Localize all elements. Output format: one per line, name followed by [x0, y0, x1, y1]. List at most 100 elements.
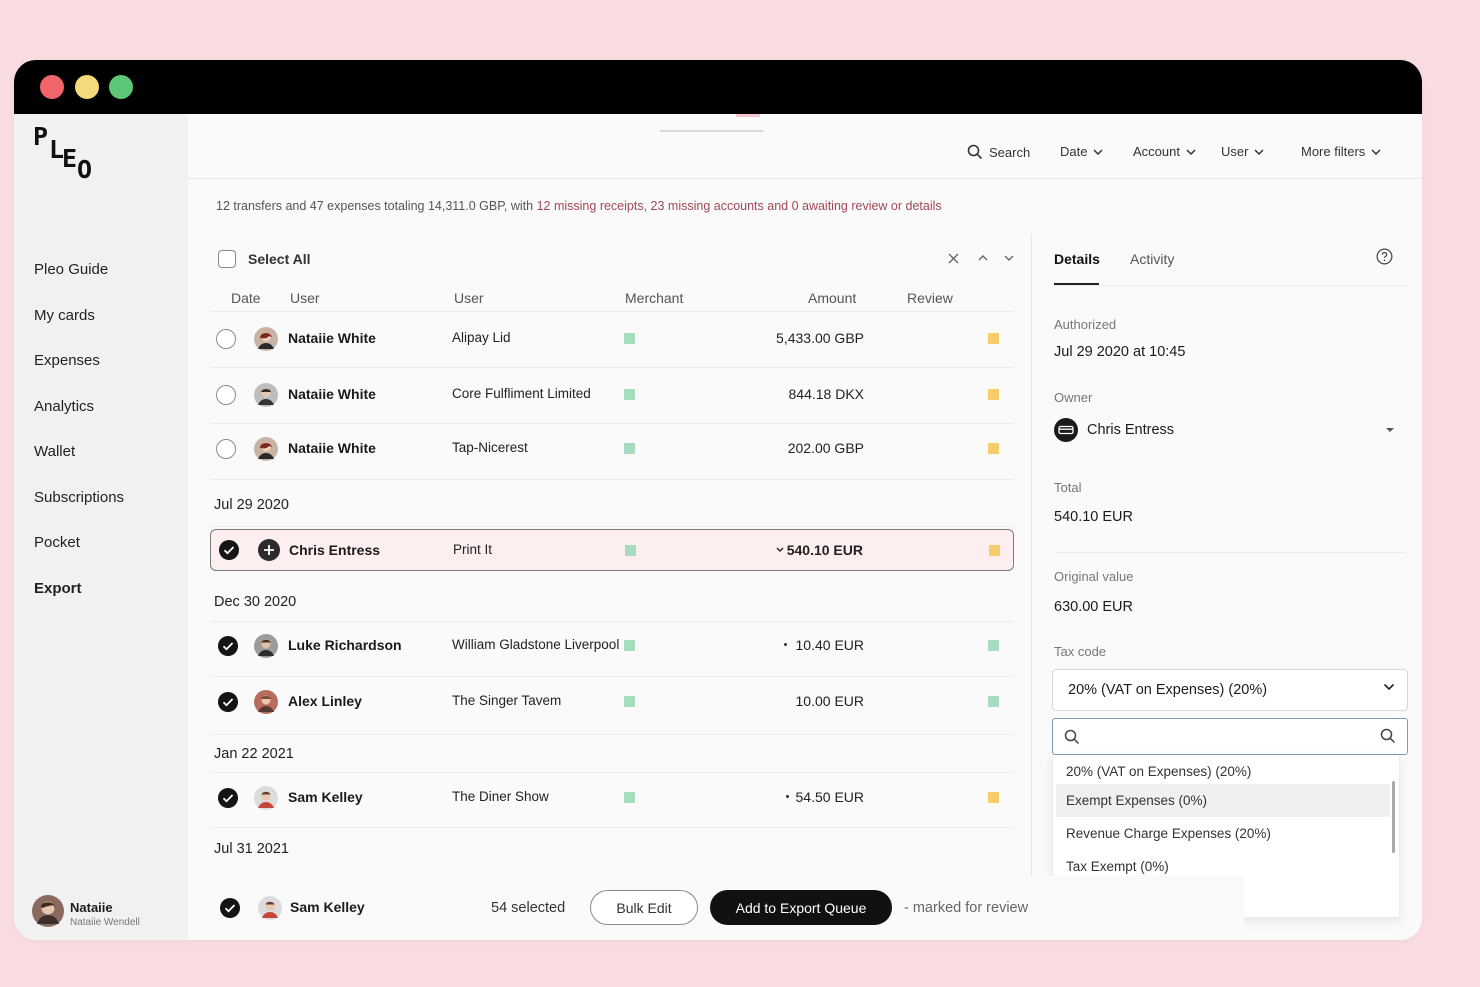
- row-select-radio[interactable]: [216, 439, 236, 459]
- owner-label: Owner: [1054, 390, 1093, 405]
- chevron-down-icon: [1254, 148, 1264, 155]
- header-divider: [188, 178, 1422, 179]
- user-avatar: [258, 896, 282, 920]
- user-avatar: [254, 786, 278, 810]
- chevron-down-icon[interactable]: [1004, 255, 1014, 261]
- select-all[interactable]: Select All: [218, 250, 311, 268]
- total-value: 540.10 EUR: [1054, 509, 1133, 525]
- add-user-icon[interactable]: [258, 539, 280, 561]
- sidebar-item-export[interactable]: Export: [34, 579, 124, 625]
- chevron-down-icon: [1186, 148, 1196, 155]
- sidebar-item-pocket[interactable]: Pocket: [34, 533, 124, 579]
- review-status-badge: [988, 696, 999, 707]
- close-window-button[interactable]: [40, 75, 64, 99]
- check-icon: [222, 794, 234, 803]
- search-icon[interactable]: [1380, 728, 1396, 744]
- review-status-badge: [988, 640, 999, 651]
- col-date[interactable]: Date: [231, 290, 261, 306]
- plus-icon: [264, 545, 274, 555]
- more-filters[interactable]: More filters: [1301, 144, 1381, 159]
- row-checked-icon[interactable]: [218, 692, 238, 712]
- row-user: Sam Kelley: [288, 789, 363, 805]
- table-row[interactable]: Nataiie White Tap-Nicerest 202.00 GBP: [210, 424, 1014, 480]
- group-date-header: Dec 30 2020: [214, 594, 297, 610]
- tax-option[interactable]: Revenue Charge Expenses (20%): [1056, 817, 1390, 850]
- row-checked-icon[interactable]: [219, 540, 239, 560]
- minimize-window-button[interactable]: [75, 75, 99, 99]
- sidebar-item-subscriptions[interactable]: Subscriptions: [34, 488, 124, 534]
- options-scrollbar[interactable]: [1392, 781, 1395, 853]
- user-avatar: [254, 634, 278, 658]
- row-merchant: Alipay Lid: [452, 330, 511, 345]
- col-merchant[interactable]: Merchant: [625, 290, 683, 306]
- chevron-up-icon[interactable]: [978, 255, 988, 261]
- authorized-label: Authorized: [1054, 317, 1117, 332]
- merchant-status-badge: [624, 792, 635, 803]
- user-filter[interactable]: User: [1221, 144, 1264, 159]
- tax-option-highlighted[interactable]: Exempt Expenses (0%): [1056, 784, 1390, 817]
- date-filter[interactable]: Date: [1060, 144, 1103, 159]
- table-row-selected[interactable]: Chris Entress Print It 540.10 EUR: [210, 529, 1014, 571]
- add-to-export-queue-button[interactable]: Add to Export Queue: [710, 890, 892, 925]
- search-button[interactable]: Search: [967, 144, 1030, 160]
- col-review[interactable]: Review: [907, 290, 953, 306]
- col-user-2[interactable]: User: [454, 290, 484, 306]
- row-merchant: The Diner Show: [452, 789, 549, 804]
- row-checked-icon[interactable]: [220, 898, 240, 918]
- tab-details[interactable]: Details: [1054, 251, 1100, 267]
- row-amount: 202.00 GBP: [787, 440, 864, 456]
- tax-code-select[interactable]: 20% (VAT on Expenses) (20%): [1052, 669, 1408, 711]
- check-icon: [223, 546, 235, 555]
- tax-code-search[interactable]: [1052, 718, 1408, 755]
- table-row[interactable]: Nataiie White Core Fulfliment Limited 84…: [210, 368, 1014, 424]
- tab-activity[interactable]: Activity: [1130, 251, 1174, 267]
- details-tabs: Details Activity: [1054, 232, 1408, 272]
- row-select-radio[interactable]: [216, 385, 236, 405]
- owner-select[interactable]: Chris Entress: [1054, 418, 1400, 444]
- merchant-status-badge: [624, 640, 635, 651]
- row-user: Nataiie White: [288, 440, 376, 456]
- tax-code-search-input[interactable]: [1089, 725, 1369, 747]
- row-merchant: The Singer Tavem: [452, 693, 562, 708]
- row-merchant: Core Fulfliment Limited: [452, 386, 591, 401]
- select-all-checkbox[interactable]: [218, 250, 236, 268]
- row-checked-icon[interactable]: [218, 788, 238, 808]
- sidebar-item-pleo-guide[interactable]: Pleo Guide: [34, 260, 124, 306]
- owner-name: Chris Entress: [1087, 422, 1175, 438]
- help-icon[interactable]: [1376, 248, 1393, 265]
- row-checked-icon[interactable]: [218, 636, 238, 656]
- row-select-radio[interactable]: [216, 329, 236, 349]
- filter-label: User: [1221, 144, 1249, 159]
- user-avatar: [254, 327, 278, 351]
- group-divider: [210, 526, 1014, 527]
- tax-code-value: 20% (VAT on Expenses) (20%): [1068, 682, 1268, 698]
- bulk-edit-button[interactable]: Bulk Edit: [590, 890, 698, 925]
- review-status-badge: [988, 443, 999, 454]
- chevron-down-icon[interactable]: [776, 547, 784, 553]
- table-row[interactable]: Alex Linley The Singer Tavem 10.00 EUR: [210, 677, 1014, 735]
- close-icon[interactable]: [948, 253, 959, 264]
- panel-divider: [1031, 234, 1032, 940]
- pleo-logo[interactable]: P L E O: [33, 122, 103, 188]
- sidebar-item-analytics[interactable]: Analytics: [34, 397, 124, 443]
- sidebar-item-wallet[interactable]: Wallet: [34, 442, 124, 488]
- table-row[interactable]: Sam Kelley The Diner Show 54.50 EUR: [210, 773, 1014, 828]
- summary-warning[interactable]: 12 missing receipts, 23 missing accounts…: [537, 199, 942, 213]
- row-amount: 10.40 EUR: [795, 637, 864, 653]
- group-date-header: Jul 29 2020: [214, 497, 289, 513]
- sidebar-item-my-cards[interactable]: My cards: [34, 306, 124, 352]
- maximize-window-button[interactable]: [109, 75, 133, 99]
- row-user: Chris Entress: [289, 542, 381, 558]
- tax-code-label: Tax code: [1054, 644, 1107, 659]
- authorized-value: Jul 29 2020 at 10:45: [1054, 344, 1186, 360]
- col-user[interactable]: User: [290, 290, 320, 306]
- filter-label: Account: [1133, 144, 1180, 159]
- card-icon: [1058, 425, 1074, 435]
- sidebar-item-expenses[interactable]: Expenses: [34, 351, 124, 397]
- search-label: Search: [989, 144, 1031, 160]
- account-filter[interactable]: Account: [1133, 144, 1196, 159]
- table-row[interactable]: Luke Richardson William Gladstone Liverp…: [210, 622, 1014, 677]
- col-amount[interactable]: Amount: [808, 290, 856, 306]
- search-icon: [967, 144, 983, 160]
- table-row[interactable]: Nataiie White Alipay Lid 5,433.00 GBP: [210, 312, 1014, 368]
